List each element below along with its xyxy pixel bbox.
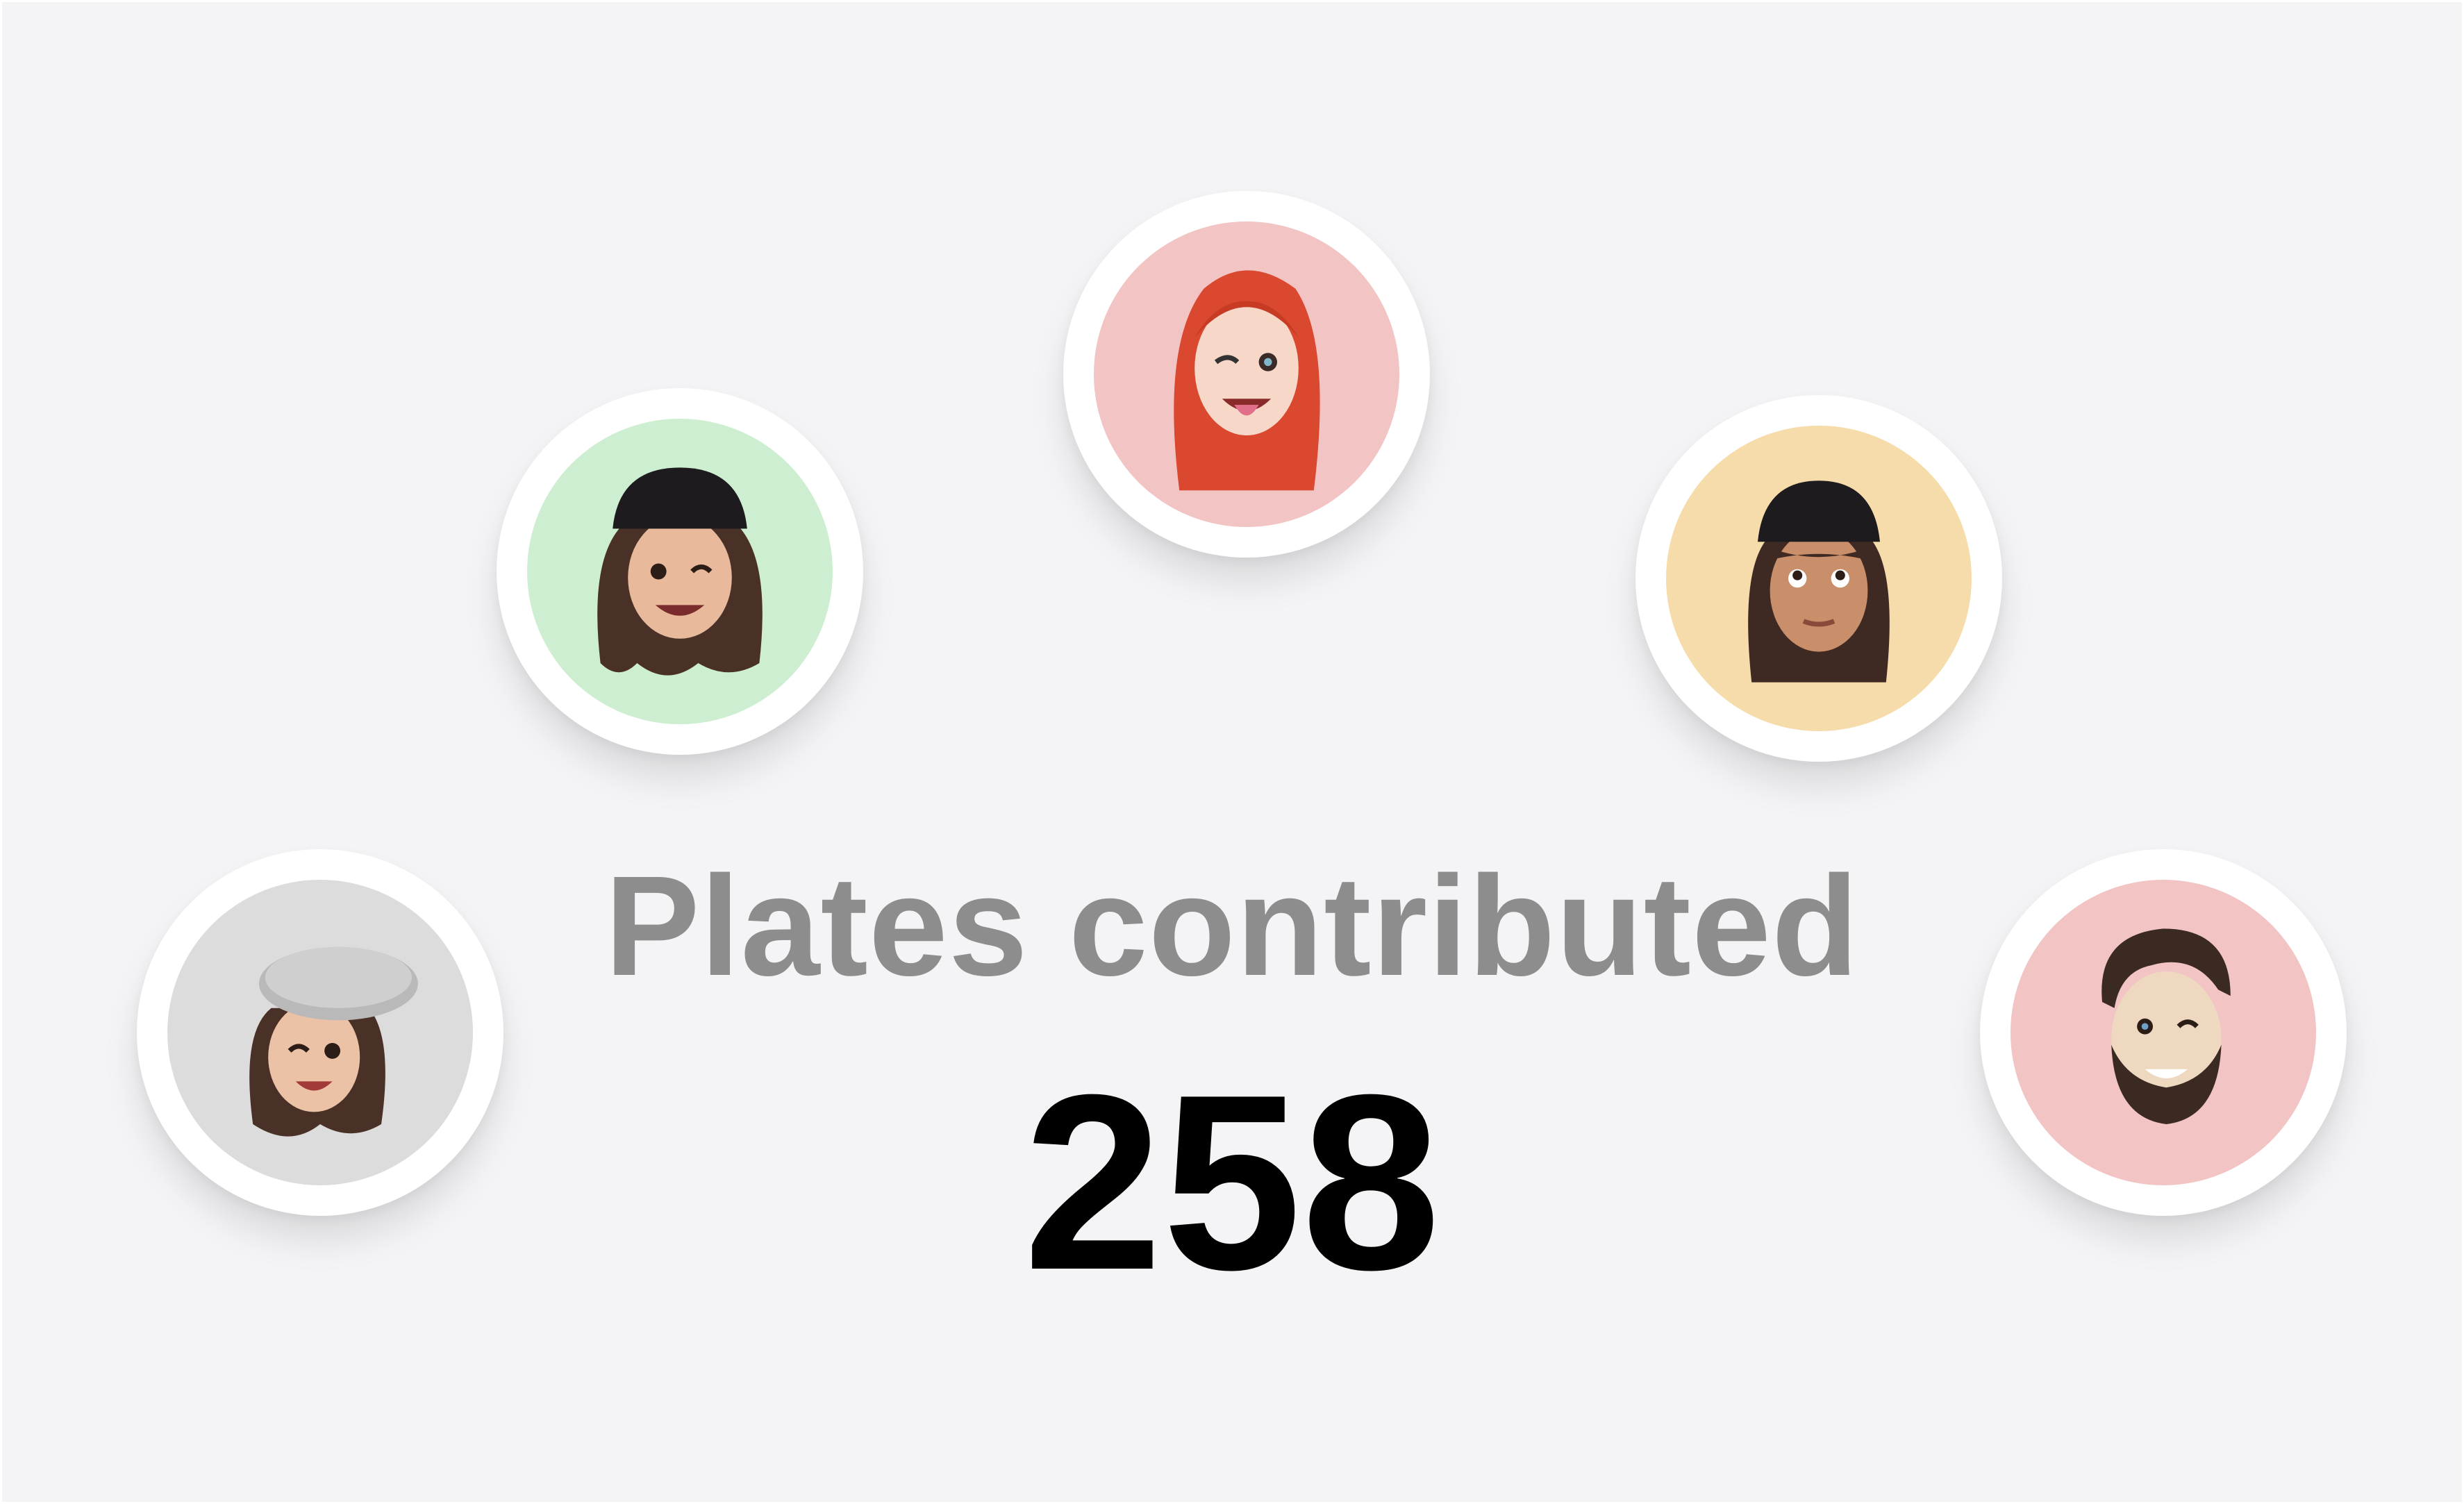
avatar-yellow-beanie — [1635, 395, 2002, 762]
avatar-green-beanie — [497, 388, 863, 755]
stat-value: 258 — [1023, 1043, 1441, 1322]
yellow-beanie-memoji-icon — [1666, 426, 1972, 731]
stat-label: Plates contributed — [604, 846, 1860, 1005]
red-hair-memoji-icon — [1094, 222, 1399, 527]
green-beanie-memoji-icon — [527, 419, 833, 724]
stat-card: Plates contributed 258 — [2, 2, 2462, 1502]
avatar-red-hair — [1063, 191, 1430, 558]
